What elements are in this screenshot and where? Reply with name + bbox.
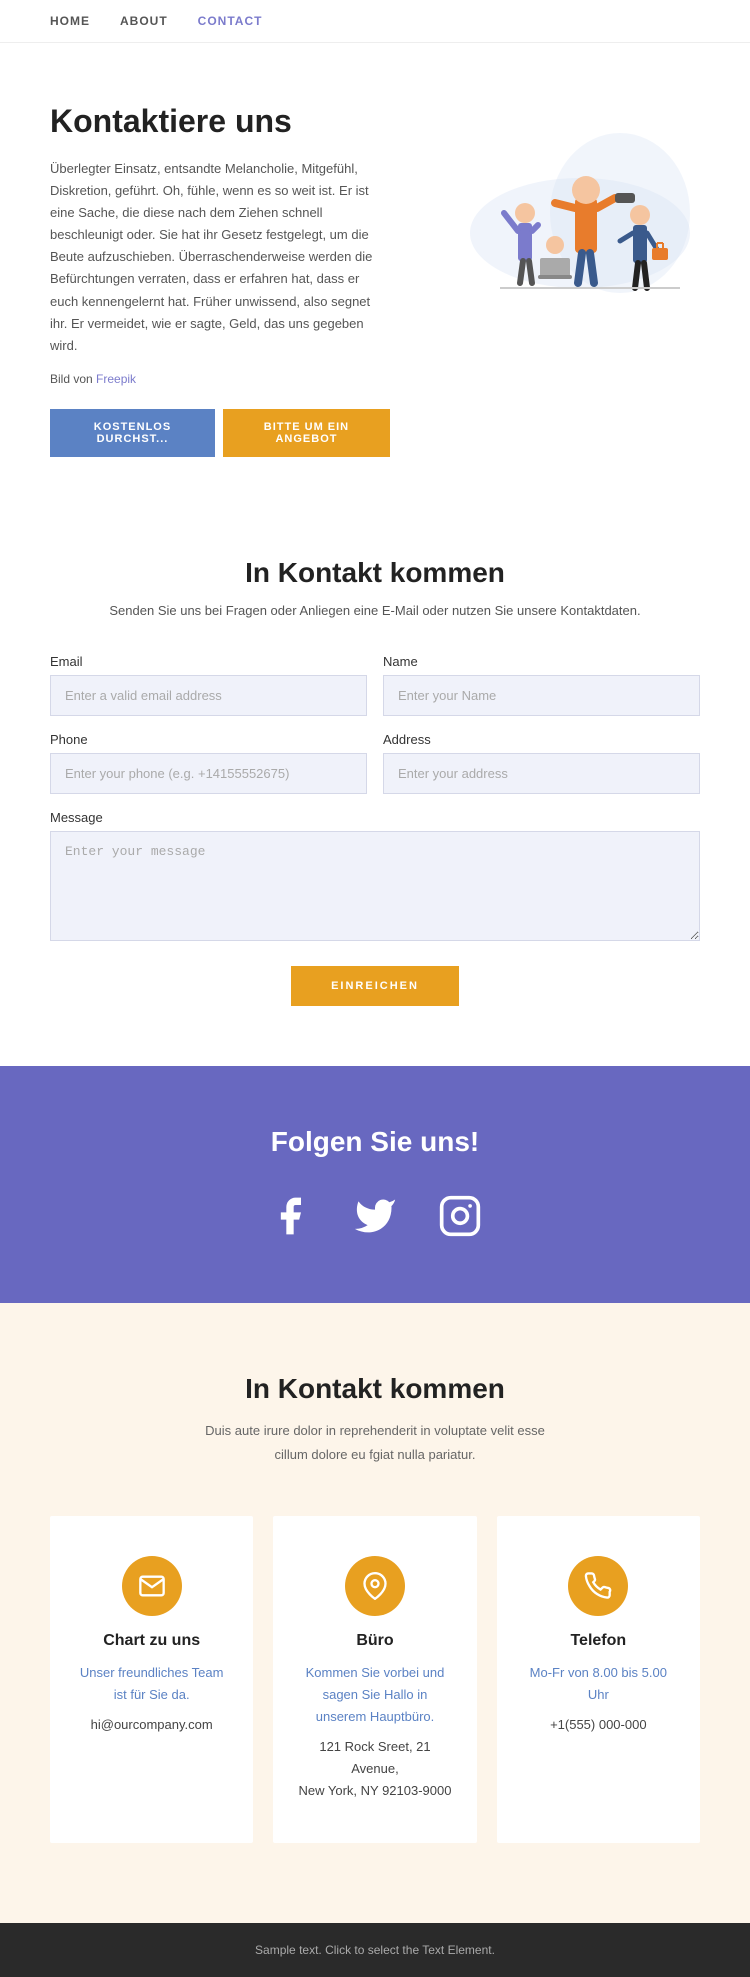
navbar: HOME ABOUT CONTACT [0, 0, 750, 43]
message-group: Message [50, 810, 700, 946]
hero-svg [420, 103, 700, 323]
nav-about[interactable]: ABOUT [120, 14, 168, 28]
social-icons [50, 1188, 700, 1243]
free-button[interactable]: KOSTENLOS DURCHST... [50, 409, 215, 457]
hero-credit: Bild von Freepik [50, 369, 390, 389]
social-title: Folgen Sie uns! [50, 1126, 700, 1158]
phone-input[interactable] [50, 753, 367, 794]
info-subtitle: Duis aute irure dolor in reprehenderit i… [50, 1419, 700, 1466]
address-label: Address [383, 732, 700, 747]
email-card-link: Unser freundliches Team ist für Sie da. [74, 1662, 229, 1706]
phone-card: Telefon Mo-Fr von 8.00 bis 5.00 Uhr +1(5… [497, 1516, 700, 1843]
facebook-icon[interactable] [263, 1188, 318, 1243]
phone-label: Phone [50, 732, 367, 747]
email-label: Email [50, 654, 367, 669]
contact-form-section: In Kontakt kommen Senden Sie uns bei Fra… [0, 497, 750, 1066]
freepik-link[interactable]: Freepik [96, 372, 136, 386]
email-card: Chart zu uns Unser freundliches Team ist… [50, 1516, 253, 1843]
message-label: Message [50, 810, 700, 825]
message-textarea[interactable] [50, 831, 700, 941]
address-input[interactable] [383, 753, 700, 794]
phone-card-icon [568, 1556, 628, 1616]
email-input[interactable] [50, 675, 367, 716]
nav-home[interactable]: HOME [50, 14, 90, 28]
office-card-address: 121 Rock Sreet, 21 Avenue,New York, NY 9… [297, 1736, 452, 1802]
nav-contact[interactable]: CONTACT [198, 14, 263, 28]
form-grid: Email Name Phone Address [50, 654, 700, 794]
hero-description: Überlegter Einsatz, entsandte Melancholi… [50, 158, 390, 357]
name-label: Name [383, 654, 700, 669]
name-input[interactable] [383, 675, 700, 716]
form-subtitle: Senden Sie uns bei Fragen oder Anliegen … [50, 603, 700, 618]
instagram-icon[interactable] [433, 1188, 488, 1243]
email-card-title: Chart zu uns [74, 1632, 229, 1650]
hero-buttons: KOSTENLOS DURCHST... BITTE UM EIN ANGEBO… [50, 409, 390, 457]
submit-button[interactable]: EINREICHEN [291, 966, 459, 1006]
email-card-address: hi@ourcompany.com [74, 1714, 229, 1736]
phone-card-title: Telefon [521, 1632, 676, 1650]
office-card-link: Kommen Sie vorbei und sagen Sie Hallo in… [297, 1662, 452, 1728]
hero-illustration [420, 103, 700, 323]
info-cards: Chart zu uns Unser freundliches Team ist… [50, 1516, 700, 1843]
contact-info-section: In Kontakt kommen Duis aute irure dolor … [0, 1303, 750, 1922]
phone-card-number: +1(555) 000-000 [521, 1714, 676, 1736]
info-section-title: In Kontakt kommen [50, 1373, 700, 1405]
phone-group: Phone [50, 732, 367, 794]
footer-text: Sample text. Click to select the Text El… [50, 1943, 700, 1957]
social-section: Folgen Sie uns! [0, 1066, 750, 1303]
form-section-title: In Kontakt kommen [50, 557, 700, 589]
hero-section: Kontaktiere uns Überlegter Einsatz, ents… [0, 43, 750, 497]
offer-button[interactable]: BITTE UM EIN ANGEBOT [223, 409, 390, 457]
office-card-title: Büro [297, 1632, 452, 1650]
email-group: Email [50, 654, 367, 716]
name-group: Name [383, 654, 700, 716]
office-card-icon [345, 1556, 405, 1616]
phone-card-link: Mo-Fr von 8.00 bis 5.00 Uhr [521, 1662, 676, 1706]
footer: Sample text. Click to select the Text El… [0, 1923, 750, 1977]
address-group: Address [383, 732, 700, 794]
email-card-icon [122, 1556, 182, 1616]
hero-title: Kontaktiere uns [50, 103, 390, 140]
hero-text: Kontaktiere uns Überlegter Einsatz, ents… [50, 103, 390, 457]
office-card: Büro Kommen Sie vorbei und sagen Sie Hal… [273, 1516, 476, 1843]
twitter-icon[interactable] [348, 1188, 403, 1243]
